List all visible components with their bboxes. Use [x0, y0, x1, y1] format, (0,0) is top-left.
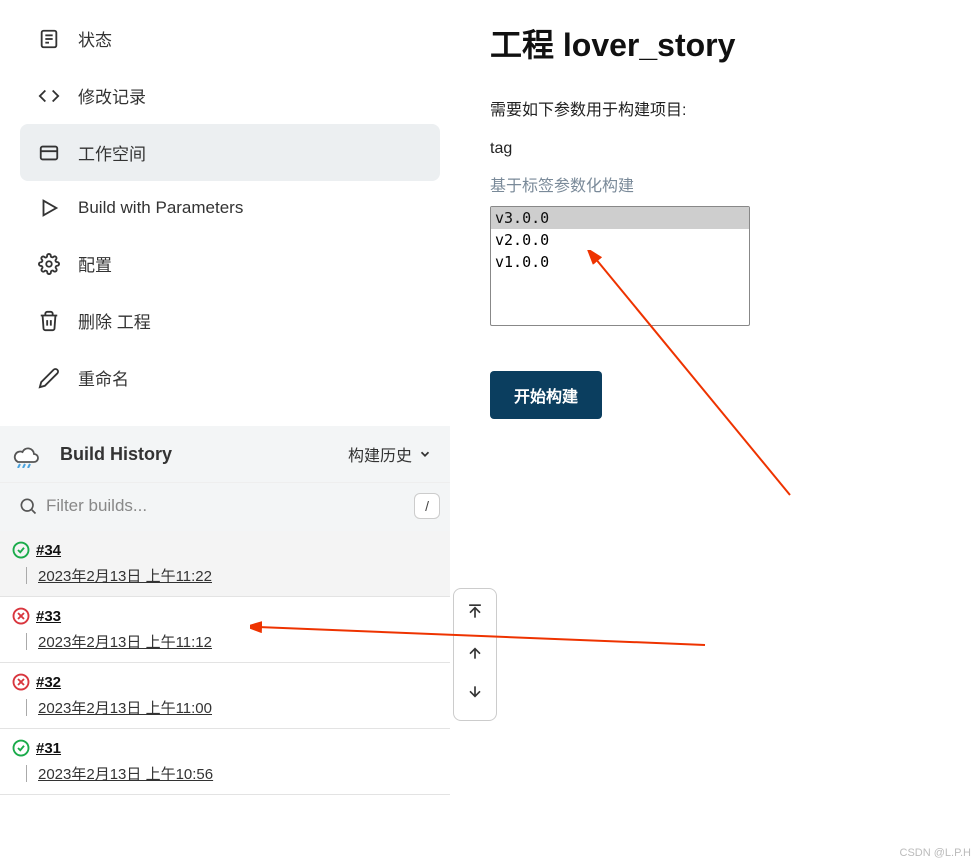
build-number[interactable]: #32: [36, 674, 61, 691]
build-history-toggle[interactable]: 构建历史: [348, 442, 432, 466]
build-time[interactable]: 2023年2月13日 上午11:12: [32, 631, 438, 652]
changes-icon: [38, 85, 60, 107]
search-icon: [18, 496, 38, 516]
build-history-header: Build History 构建历史: [0, 426, 450, 482]
nav-label: 删除 工程: [78, 308, 151, 333]
build-row[interactable]: #34 2023年2月13日 上午11:22: [0, 531, 450, 597]
kbd-hint: /: [414, 493, 440, 519]
build-list: #34 2023年2月13日 上午11:22 #33 2023年2月13日 上午…: [0, 531, 450, 795]
play-icon: [38, 197, 60, 219]
scroll-widget: [453, 588, 497, 721]
nav-label: 修改记录: [78, 83, 146, 108]
watermark: CSDN @L.P.H: [900, 847, 971, 859]
tag-option[interactable]: v3.0.0: [491, 207, 749, 229]
build-row[interactable]: #32 2023年2月13日 上午11:00: [0, 663, 450, 729]
build-button[interactable]: 开始构建: [490, 371, 602, 419]
nav-label: Build with Parameters: [78, 198, 243, 218]
nav-changes[interactable]: 修改记录: [20, 67, 440, 124]
build-history-title: Build History: [60, 444, 348, 465]
rename-icon: [38, 367, 60, 389]
build-time[interactable]: 2023年2月13日 上午11:00: [32, 697, 438, 718]
tag-option[interactable]: v2.0.0: [491, 229, 749, 251]
nav-rename[interactable]: 重命名: [20, 349, 440, 406]
tag-select[interactable]: v3.0.0 v2.0.0 v1.0.0: [490, 206, 750, 326]
nav-label: 重命名: [78, 365, 129, 390]
filter-builds-input[interactable]: [46, 496, 406, 516]
nav-label: 状态: [78, 26, 112, 51]
nav-configure[interactable]: 配置: [20, 235, 440, 292]
chevron-down-icon: [418, 447, 432, 461]
fail-icon: [12, 673, 30, 691]
param-name: tag: [490, 140, 979, 158]
build-time[interactable]: 2023年2月13日 上午10:56: [32, 763, 438, 784]
success-icon: [12, 739, 30, 757]
tag-option[interactable]: v1.0.0: [491, 251, 749, 273]
scroll-top-button[interactable]: [465, 593, 485, 634]
nav-status[interactable]: 状态: [20, 10, 440, 67]
param-desc: 需要如下参数用于构建项目:: [490, 96, 979, 120]
delete-icon: [38, 310, 60, 332]
workspace-icon: [38, 142, 60, 164]
nav-label: 工作空间: [78, 140, 146, 165]
fail-icon: [12, 607, 30, 625]
status-icon: [38, 28, 60, 50]
build-number[interactable]: #31: [36, 740, 61, 757]
sidebar-nav: 状态 修改记录 工作空间 Build with Parameters 配置: [0, 0, 450, 406]
build-time[interactable]: 2023年2月13日 上午11:22: [32, 565, 438, 586]
gear-icon: [38, 253, 60, 275]
build-number[interactable]: #33: [36, 608, 61, 625]
nav-build-params[interactable]: Build with Parameters: [20, 181, 440, 235]
scroll-down-button[interactable]: [465, 675, 485, 716]
success-icon: [12, 541, 30, 559]
param-hint: 基于标签参数化构建: [490, 172, 979, 196]
weather-icon: [10, 440, 42, 468]
nav-delete[interactable]: 删除 工程: [20, 292, 440, 349]
nav-label: 配置: [78, 251, 112, 276]
build-row[interactable]: #33 2023年2月13日 上午11:12: [0, 597, 450, 663]
toggle-label: 构建历史: [348, 442, 412, 466]
filter-row: /: [0, 482, 450, 531]
scroll-up-button[interactable]: [465, 634, 485, 675]
build-number[interactable]: #34: [36, 542, 61, 559]
page-title: 工程 lover_story: [490, 20, 979, 66]
build-row[interactable]: #31 2023年2月13日 上午10:56: [0, 729, 450, 795]
nav-workspace[interactable]: 工作空间: [20, 124, 440, 181]
